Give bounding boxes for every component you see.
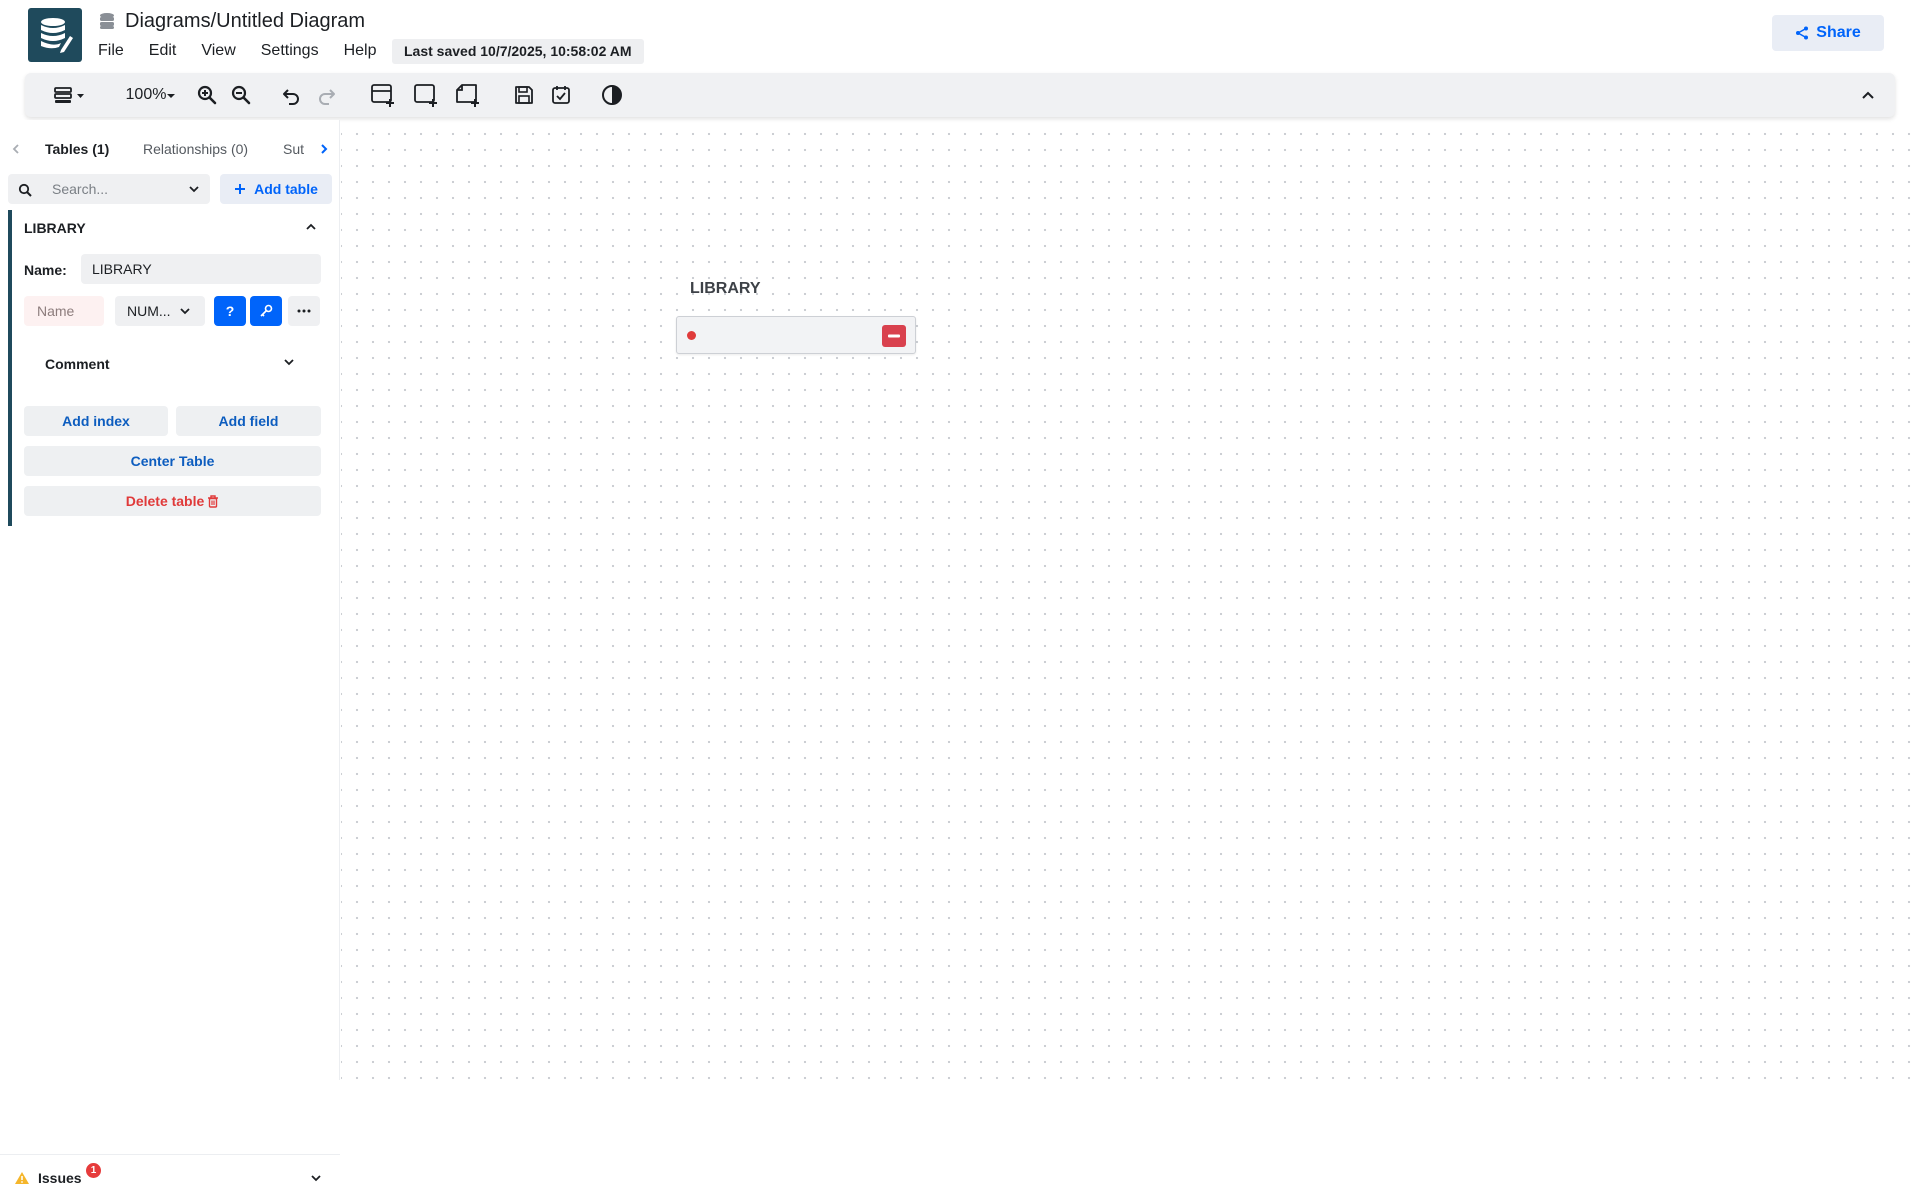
sidebar: Tables (1) Relationships (0) Sut Add tab… <box>0 120 340 1200</box>
search-icon <box>18 183 32 197</box>
toolbar: 100% <box>25 73 1895 117</box>
add-table-toolbar-button[interactable] <box>369 83 397 107</box>
diagram-title[interactable]: Diagrams/Untitled Diagram <box>125 10 365 33</box>
menu-bar: File Edit View Settings Help <box>98 40 401 62</box>
warning-icon <box>15 1172 29 1184</box>
tab-tables[interactable]: Tables (1) <box>45 134 109 164</box>
field-type-value: NUM... <box>127 303 171 319</box>
delete-table-button[interactable]: Delete table <box>24 486 321 516</box>
trash-icon <box>208 494 219 508</box>
last-saved-badge: Last saved 10/7/2025, 10:58:02 AM <box>392 39 644 64</box>
todo-button[interactable] <box>550 83 572 107</box>
add-area-button[interactable] <box>412 83 440 107</box>
search-box <box>8 174 210 204</box>
more-options-button[interactable] <box>288 296 320 326</box>
key-icon <box>260 304 273 317</box>
chevron-right-icon[interactable] <box>318 143 330 155</box>
add-table-icon <box>371 84 394 107</box>
zoom-out-icon <box>231 85 251 105</box>
save-button[interactable] <box>513 83 535 107</box>
more-icon <box>297 309 311 313</box>
chevron-down-icon[interactable] <box>188 184 200 194</box>
share-label: Share <box>1816 24 1861 41</box>
zoom-level: 100% <box>125 86 167 103</box>
sidebar-tabs: Tables (1) Relationships (0) Sut <box>0 134 340 164</box>
chevron-up-icon[interactable] <box>304 220 318 234</box>
delete-table-label: Delete table <box>125 493 205 509</box>
chevron-up-icon <box>1862 91 1874 99</box>
not-null-button[interactable]: ? <box>214 296 246 326</box>
field-name-input[interactable] <box>24 296 104 326</box>
chevron-down-icon[interactable] <box>309 1171 323 1185</box>
table-card-library: LIBRARY Name: NUM... ? Comment <box>8 210 332 526</box>
zoom-in-button[interactable] <box>196 83 218 107</box>
center-table-button[interactable]: Center Table <box>24 446 321 476</box>
zoom-in-icon <box>197 85 217 105</box>
table-card-title[interactable]: LIBRARY <box>24 220 86 236</box>
diagram-canvas[interactable]: LIBRARY <box>341 120 1920 1080</box>
layout-icon <box>54 87 84 103</box>
theme-toggle-button[interactable] <box>601 83 623 107</box>
issues-count-badge: 1 <box>86 1163 101 1178</box>
add-note-button[interactable] <box>454 83 482 107</box>
name-label: Name: <box>24 262 67 278</box>
minus-icon <box>888 334 900 338</box>
undo-icon <box>283 89 299 105</box>
issues-panel[interactable]: Issues 1 <box>0 1154 340 1200</box>
table-node-title[interactable]: LIBRARY <box>690 280 761 298</box>
add-table-label: Add table <box>254 181 318 197</box>
undo-button[interactable] <box>280 83 302 107</box>
chevron-down-icon[interactable] <box>282 355 296 369</box>
app-logo[interactable] <box>28 8 82 62</box>
search-input[interactable] <box>52 174 182 204</box>
add-area-icon <box>414 84 437 107</box>
primary-key-button[interactable] <box>250 296 282 326</box>
zoom-select[interactable]: 100% <box>123 83 179 107</box>
add-index-button[interactable]: Add index <box>24 406 168 436</box>
add-field-button[interactable]: Add field <box>176 406 321 436</box>
plus-icon <box>235 184 246 194</box>
add-table-button[interactable]: Add table <box>220 174 332 204</box>
comment-label[interactable]: Comment <box>45 356 110 372</box>
remove-field-button[interactable] <box>882 325 906 347</box>
share-icon <box>1796 26 1809 40</box>
theme-icon <box>602 85 622 105</box>
collapse-toolbar-button[interactable] <box>1857 83 1879 107</box>
share-button[interactable]: Share <box>1772 15 1884 51</box>
redo-button[interactable] <box>316 83 338 107</box>
chevron-left-icon[interactable] <box>10 143 22 155</box>
field-status-dot <box>687 331 696 340</box>
add-note-icon <box>456 84 479 107</box>
issues-label: Issues <box>38 1170 82 1186</box>
field-type-select[interactable]: NUM... <box>115 296 205 326</box>
app-header: Diagrams/Untitled Diagram File Edit View… <box>0 0 1920 70</box>
menu-view[interactable]: View <box>201 40 235 62</box>
menu-settings[interactable]: Settings <box>261 40 319 62</box>
menu-edit[interactable]: Edit <box>149 40 177 62</box>
todo-icon <box>552 86 570 104</box>
chevron-down-icon <box>179 308 190 315</box>
tab-relationships[interactable]: Relationships (0) <box>143 134 248 164</box>
menu-help[interactable]: Help <box>344 40 377 62</box>
redo-icon <box>319 89 335 105</box>
database-icon <box>100 13 114 29</box>
database-logo-icon <box>41 18 73 53</box>
caret-down-icon <box>167 94 176 98</box>
save-icon <box>515 86 533 104</box>
zoom-out-button[interactable] <box>230 83 252 107</box>
layout-menu-button[interactable] <box>52 83 88 107</box>
table-node-field-row[interactable] <box>676 316 916 354</box>
table-name-input[interactable] <box>81 254 321 284</box>
tab-subject-areas[interactable]: Sut <box>283 134 304 164</box>
menu-file[interactable]: File <box>98 40 124 62</box>
